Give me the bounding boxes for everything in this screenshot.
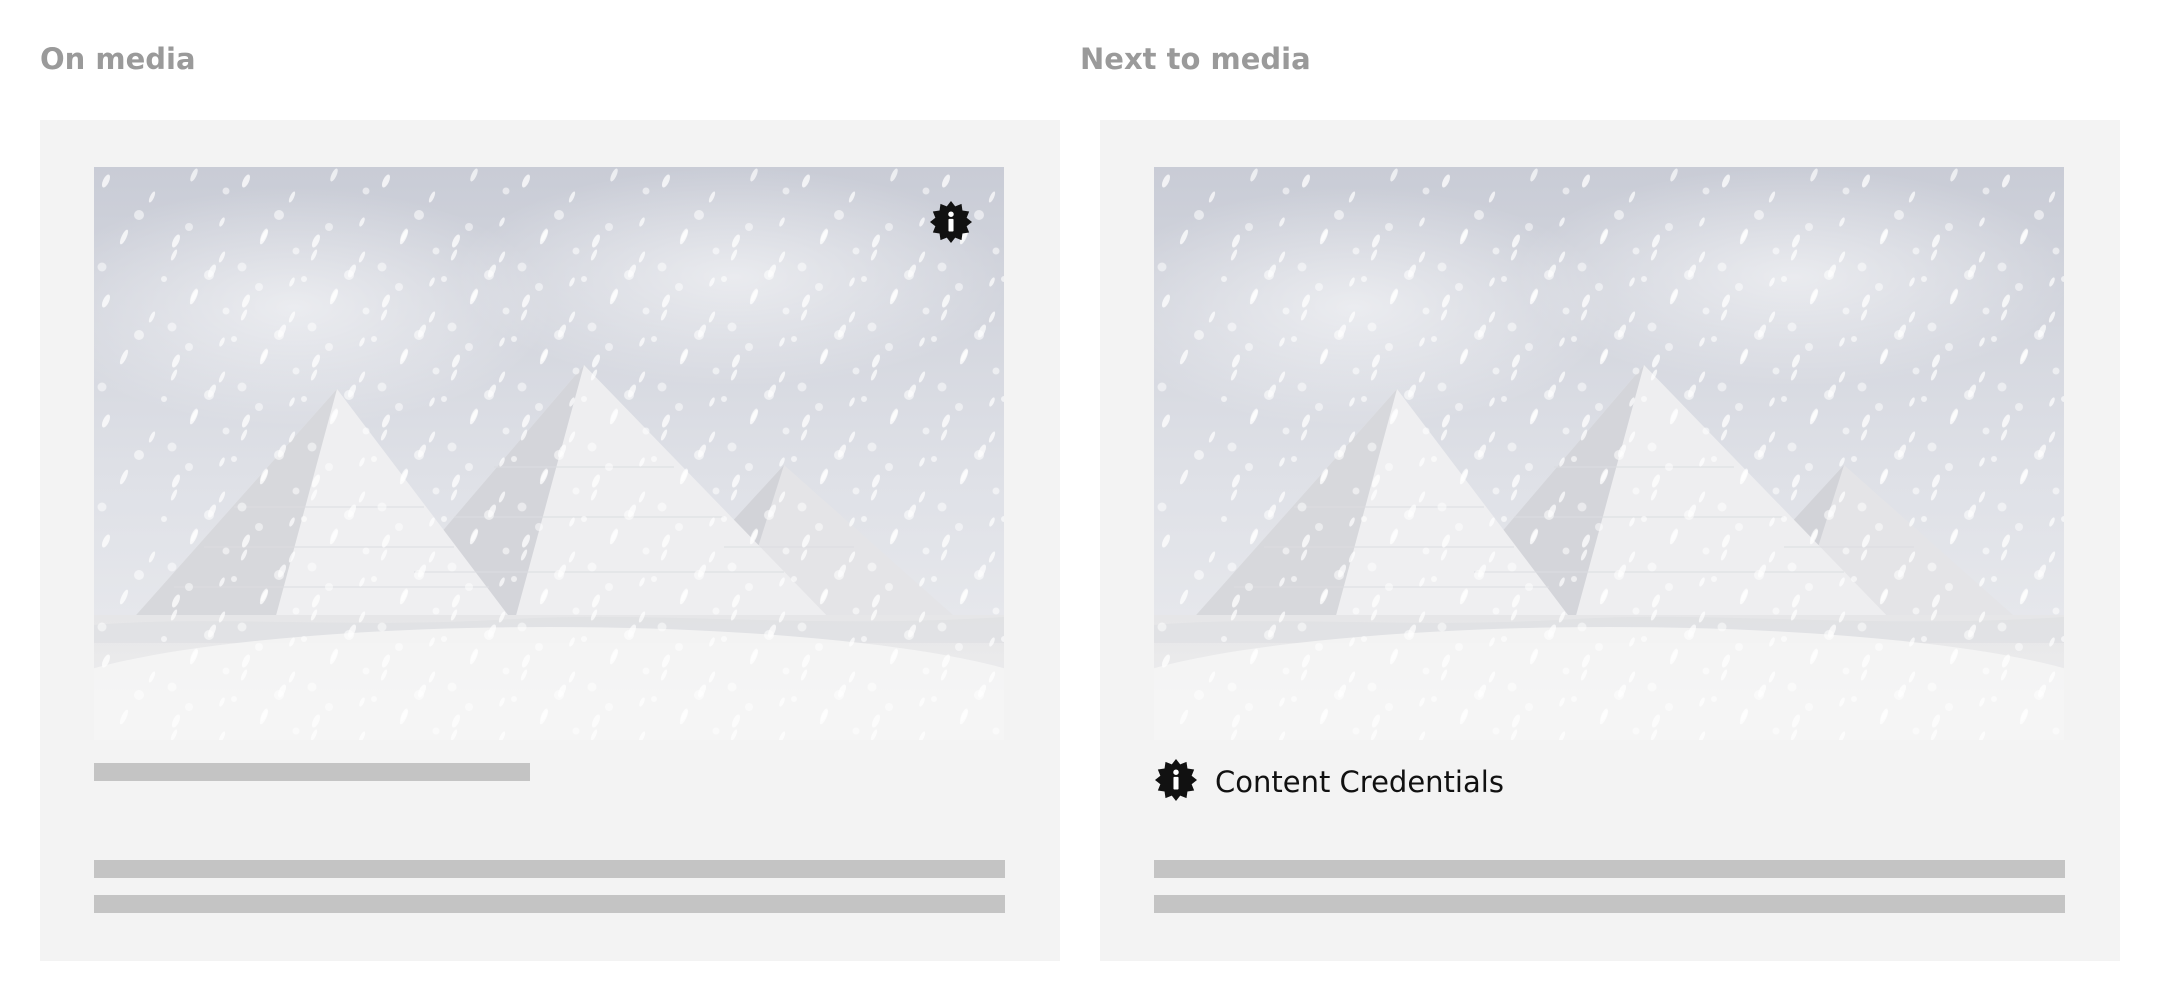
content-credentials-label[interactable]: Content Credentials xyxy=(1215,765,1504,799)
placeholder-text-bar-2 xyxy=(94,895,1005,913)
heading-next-to-media: Next to media xyxy=(1080,42,1311,76)
placeholder-title-bar xyxy=(94,763,530,781)
panel-next-to-media: Content Credentials xyxy=(1100,120,2120,961)
pyramids-snow-image xyxy=(1154,167,2064,740)
placeholder-text-bar-2 xyxy=(1154,895,2065,913)
content-credentials-icon[interactable] xyxy=(930,201,972,243)
media-image-next-to-media xyxy=(1154,167,2064,740)
heading-on-media: On media xyxy=(40,42,196,76)
placeholder-text-bar-1 xyxy=(1154,860,2065,878)
placeholder-text-bar-1 xyxy=(94,860,1005,878)
content-credentials-icon[interactable] xyxy=(1155,759,1197,801)
media-image-on-media xyxy=(94,167,1004,740)
panel-on-media xyxy=(40,120,1060,961)
pyramids-snow-image xyxy=(94,167,1004,740)
